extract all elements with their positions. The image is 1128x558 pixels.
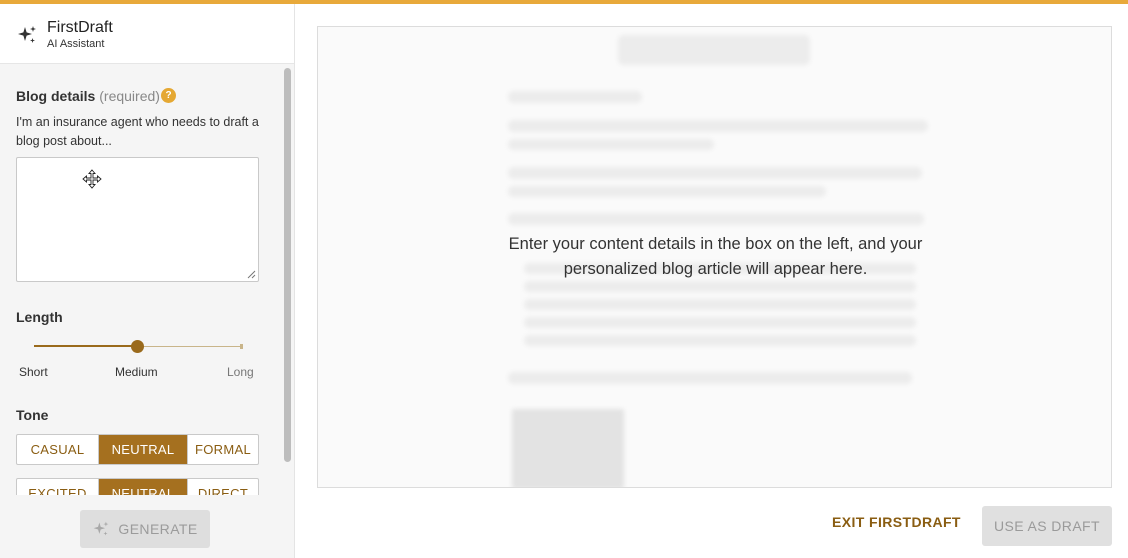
sparkle-icon (18, 26, 36, 43)
ghost-line (508, 167, 922, 179)
sidebar-scrollbar-thumb[interactable] (284, 68, 291, 462)
tone-label: Tone (16, 407, 49, 423)
tone-neutral-button-2[interactable]: NEUTRAL (99, 479, 188, 495)
placeholder-line-1: Enter your content details in the box on… (508, 235, 923, 253)
move-cursor-icon (82, 169, 102, 189)
ghost-line (524, 281, 916, 292)
sidebar-form: Blog details (required) ? I'm an insuran… (0, 65, 294, 495)
use-as-draft-button[interactable]: USE AS DRAFT (982, 506, 1112, 546)
help-icon[interactable]: ? (161, 88, 176, 103)
length-slider[interactable] (34, 339, 243, 355)
tone-excited-button[interactable]: EXCITED (17, 479, 99, 495)
tone-selector-row-1: CASUAL NEUTRAL FORMAL (16, 434, 259, 465)
blog-details-input[interactable] (16, 157, 259, 282)
length-label: Length (16, 309, 63, 325)
sidebar-header: FirstDraft AI Assistant (0, 4, 294, 64)
resize-grip-icon[interactable] (247, 270, 256, 279)
app-subtitle: AI Assistant (47, 38, 105, 50)
ghost-line (508, 139, 714, 150)
slider-thumb[interactable] (131, 340, 144, 353)
generate-button[interactable]: GENERATE (80, 510, 210, 548)
sparkle-icon (94, 521, 109, 536)
slider-end-tick (240, 344, 243, 349)
ghost-line (524, 335, 916, 346)
tone-neutral-button[interactable]: NEUTRAL (99, 435, 188, 464)
main-area: Enter your content details in the box on… (296, 4, 1128, 558)
preview-placeholder-message: Enter your content details in the box on… (318, 232, 1111, 282)
app-title: FirstDraft (47, 19, 113, 36)
generate-label: GENERATE (118, 521, 198, 537)
placeholder-line-2: personalized blog article will appear he… (563, 260, 868, 278)
length-option-long[interactable]: Long (227, 365, 254, 379)
ghost-line (508, 213, 924, 225)
article-preview: Enter your content details in the box on… (317, 26, 1112, 488)
blog-details-prompt: I'm an insurance agent who needs to draf… (16, 115, 259, 148)
ghost-line (524, 299, 916, 310)
tone-casual-button[interactable]: CASUAL (17, 435, 99, 464)
ghost-line (508, 186, 826, 197)
ghost-title (618, 35, 810, 65)
exit-firstdraft-button[interactable]: EXIT FIRSTDRAFT (832, 514, 961, 530)
ghost-line (508, 372, 912, 384)
required-hint: (required) (99, 88, 160, 104)
ghost-image (512, 409, 624, 487)
ghost-line (524, 317, 916, 328)
length-option-short[interactable]: Short (19, 365, 48, 379)
blog-details-title: Blog details (16, 88, 96, 104)
sidebar: FirstDraft AI Assistant Blog details (re… (0, 4, 295, 558)
length-option-medium[interactable]: Medium (115, 365, 158, 379)
ghost-line (508, 91, 642, 103)
slider-fill (34, 345, 137, 347)
blog-details-label: Blog details (required) (16, 88, 160, 104)
tone-selector-row-2: EXCITED NEUTRAL DIRECT (16, 478, 259, 495)
ghost-line (508, 120, 928, 132)
tone-formal-button[interactable]: FORMAL (188, 435, 258, 464)
sidebar-footer: GENERATE (0, 495, 294, 558)
tone-direct-button[interactable]: DIRECT (188, 479, 258, 495)
